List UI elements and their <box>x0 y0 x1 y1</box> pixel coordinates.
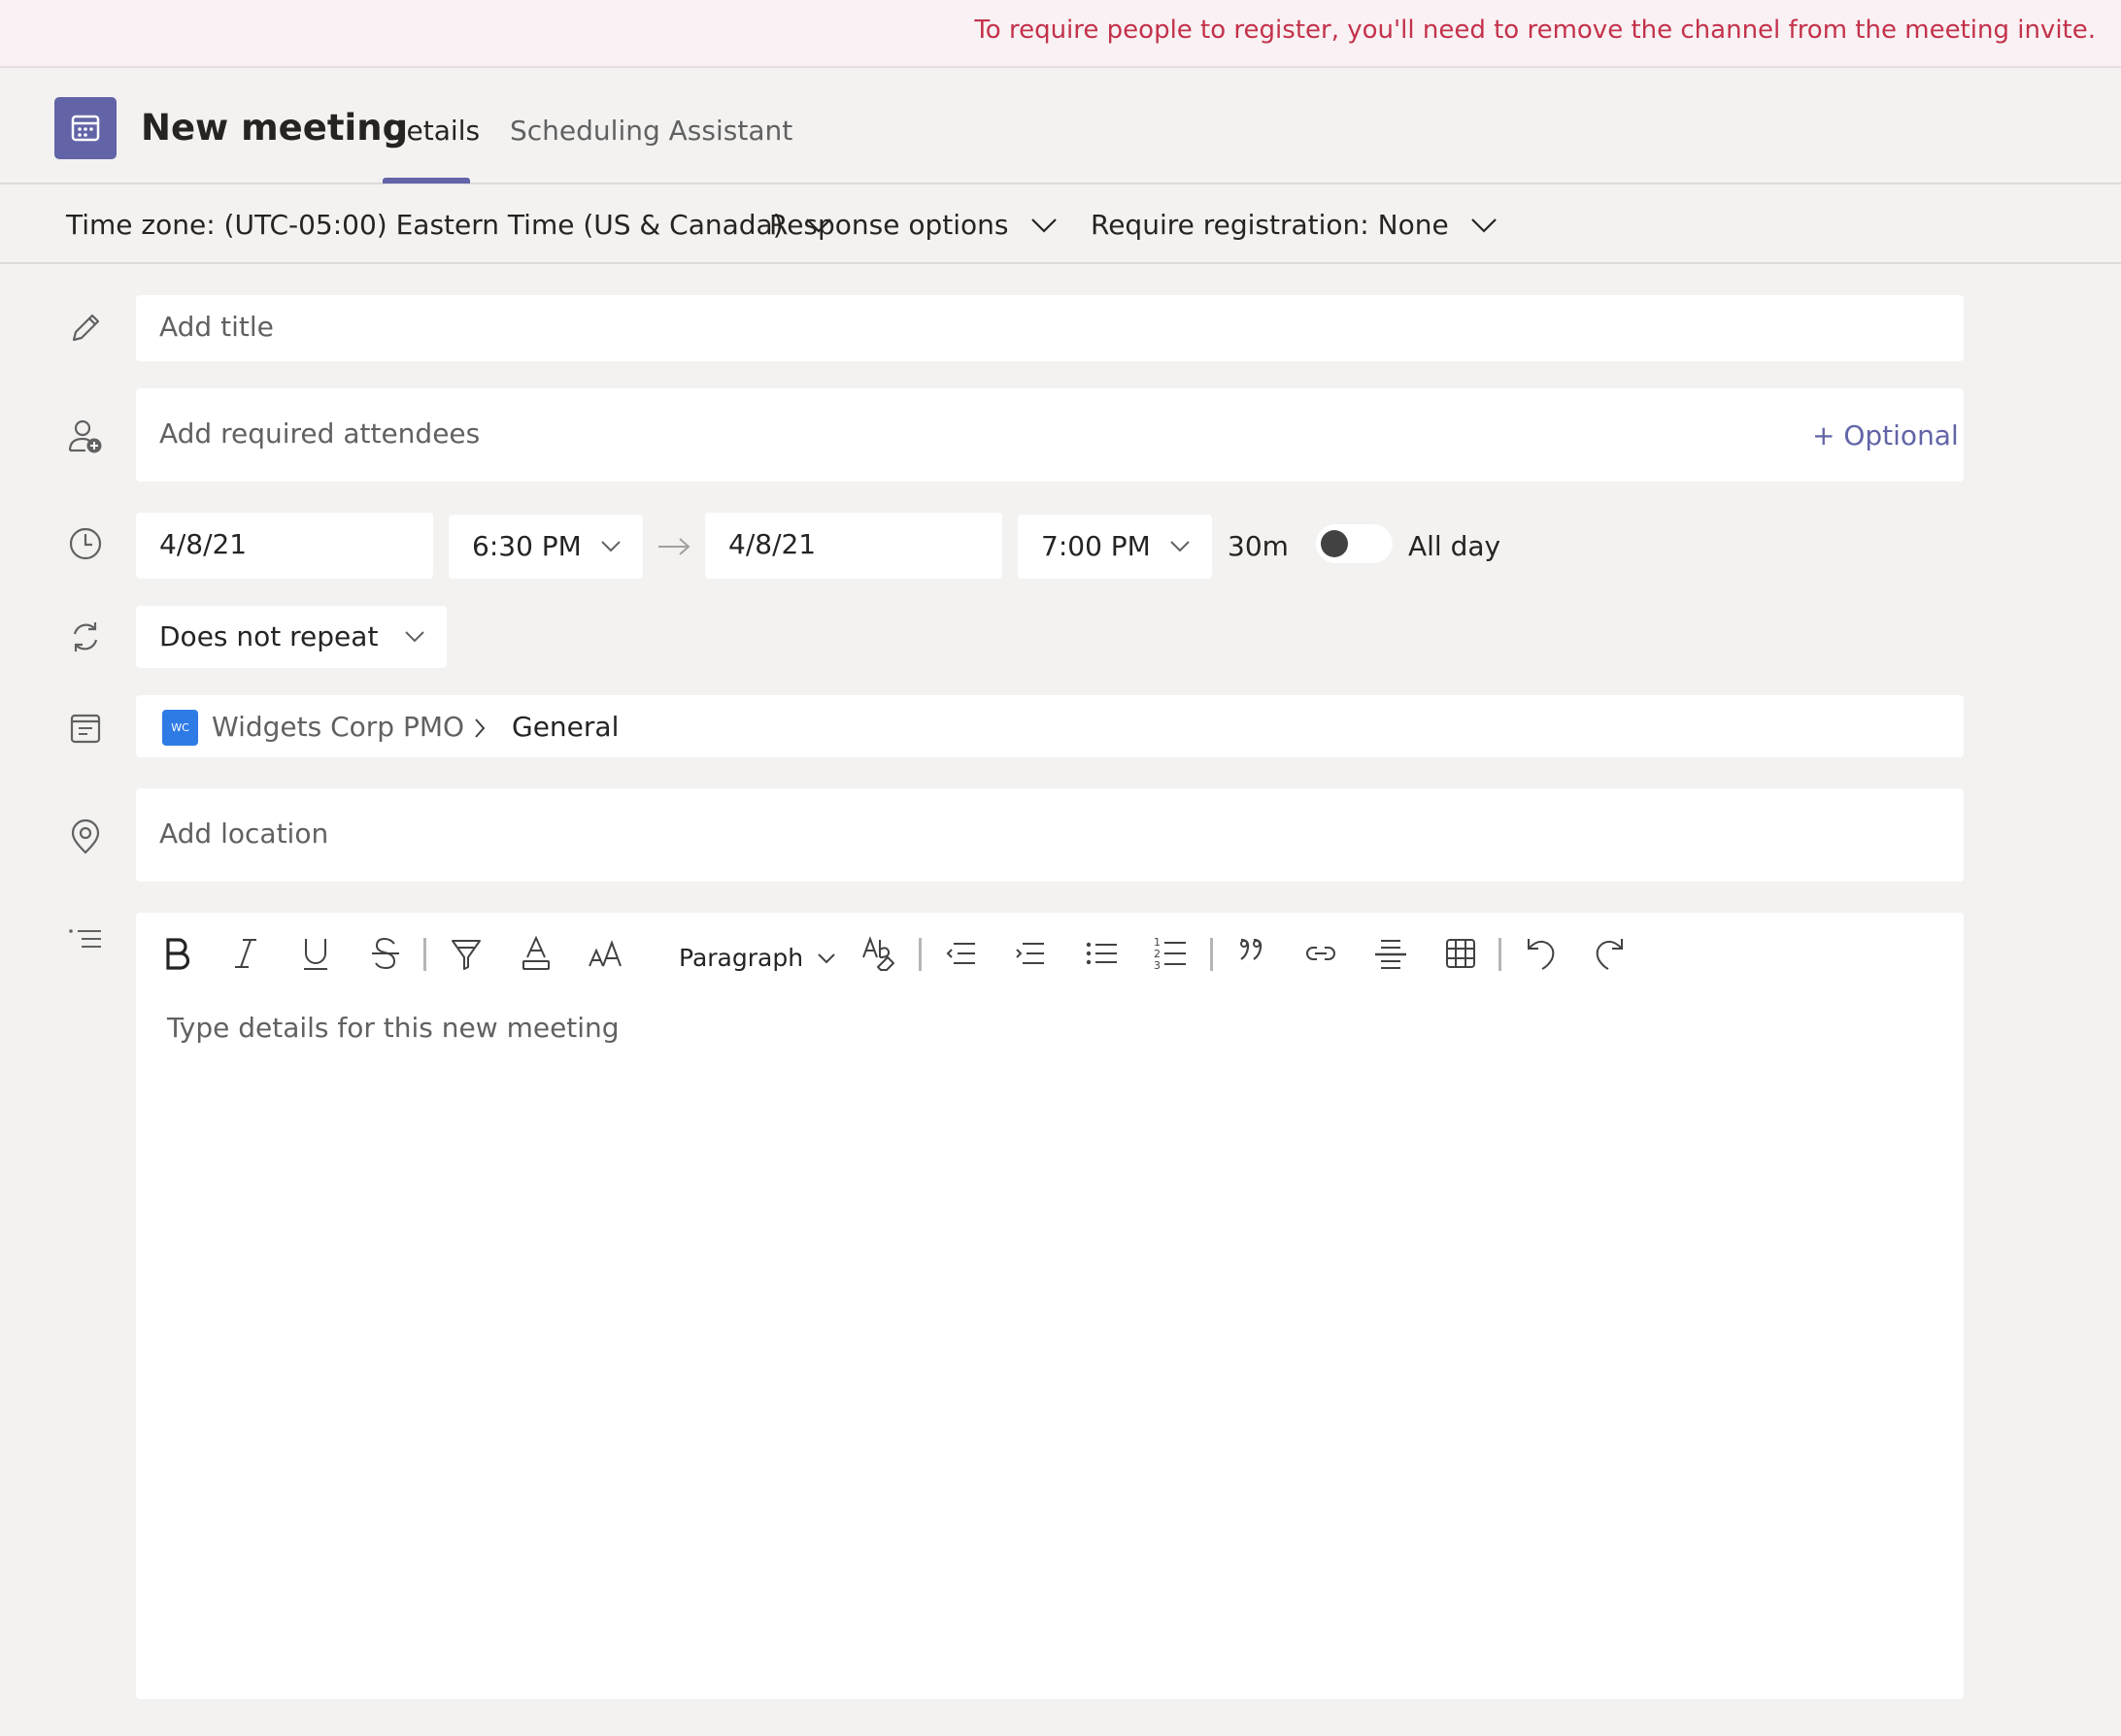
title-input[interactable]: Add title <box>136 295 1964 361</box>
timezone-dropdown[interactable]: Time zone: (UTC-05:00) Eastern Time (US … <box>66 209 832 241</box>
tab-scheduling-assistant[interactable]: Scheduling Assistant <box>510 115 792 147</box>
end-date-value: 4/8/21 <box>728 528 817 560</box>
highlight-icon[interactable] <box>449 934 484 973</box>
start-date-value: 4/8/21 <box>159 528 248 560</box>
repeat-dropdown[interactable]: Does not repeat <box>136 606 447 668</box>
details-placeholder: Type details for this new meeting <box>167 1012 620 1044</box>
underline-icon[interactable] <box>299 934 332 973</box>
calendar-icon <box>54 97 117 159</box>
required-attendees-input[interactable]: Add required attendees <box>136 388 1964 482</box>
chevron-down-icon <box>404 630 425 644</box>
add-person-icon <box>66 417 105 456</box>
team-badge: WC <box>162 710 198 746</box>
start-time-dropdown[interactable]: 6:30 PM <box>449 515 643 579</box>
paragraph-label: Paragraph <box>679 944 804 972</box>
tab-details[interactable]: Details <box>386 115 480 147</box>
chevron-down-icon <box>1169 540 1191 553</box>
banner-message: To require people to register, you'll ne… <box>974 16 2096 45</box>
italic-icon[interactable] <box>229 934 262 973</box>
clock-icon <box>66 524 105 563</box>
end-time-value: 7:00 PM <box>1041 530 1151 562</box>
attendees-placeholder: Add required attendees <box>159 417 481 450</box>
response-options-label: Response options <box>769 209 1009 241</box>
redo-icon[interactable] <box>1591 934 1626 973</box>
active-tab-indicator <box>383 178 470 184</box>
decrease-indent-icon[interactable] <box>944 934 979 973</box>
page-title: New meeting <box>141 107 409 149</box>
timezone-label: Time zone: (UTC-05:00) Eastern Time (US … <box>66 209 784 241</box>
toolbar-divider <box>1498 938 1501 971</box>
team-name: Widgets Corp PMO <box>212 711 465 743</box>
chevron-down-icon <box>817 952 836 964</box>
spellcheck-icon[interactable] <box>860 934 897 975</box>
toolbar-divider <box>919 938 922 971</box>
chevron-down-icon <box>600 540 622 553</box>
require-registration-dropdown[interactable]: Require registration: None <box>1091 209 1498 241</box>
location-icon <box>66 818 105 856</box>
bulleted-list-icon[interactable] <box>1084 934 1119 973</box>
toolbar-divider <box>1210 938 1213 971</box>
bold-icon[interactable] <box>160 934 193 973</box>
end-date-picker[interactable]: 4/8/21 <box>705 513 1002 579</box>
increase-indent-icon[interactable] <box>1013 934 1048 973</box>
font-size-icon[interactable] <box>588 934 623 973</box>
start-time-value: 6:30 PM <box>472 530 582 562</box>
start-date-picker[interactable]: 4/8/21 <box>136 513 433 579</box>
link-icon[interactable] <box>1303 934 1338 973</box>
pencil-icon <box>66 309 105 348</box>
font-color-icon[interactable] <box>519 934 554 973</box>
all-day-label: All day <box>1408 530 1501 562</box>
numbered-list-icon[interactable]: 123 <box>1153 934 1188 973</box>
end-time-dropdown[interactable]: 7:00 PM <box>1018 515 1212 579</box>
toggle-knob <box>1321 530 1348 557</box>
arrow-right-icon <box>656 534 691 559</box>
chevron-right-icon <box>472 717 488 740</box>
chevron-down-icon <box>1030 217 1058 234</box>
response-options-dropdown[interactable]: Response options <box>769 209 1058 241</box>
paragraph-style-dropdown[interactable]: Paragraph <box>679 944 836 972</box>
repeat-value: Does not repeat <box>159 620 379 652</box>
undo-icon[interactable] <box>1525 934 1560 973</box>
channel-name: General <box>512 711 620 743</box>
location-placeholder: Add location <box>159 818 329 850</box>
svg-text:3: 3 <box>1154 959 1161 972</box>
require-registration-label: Require registration: None <box>1091 209 1449 241</box>
details-list-icon <box>66 926 105 955</box>
toolbar-divider <box>423 938 426 971</box>
location-input[interactable]: Add location <box>136 788 1964 882</box>
duration-label: 30m <box>1228 530 1289 562</box>
strikethrough-icon[interactable] <box>369 934 402 973</box>
quote-icon[interactable] <box>1235 934 1268 973</box>
horizontal-rule-icon[interactable] <box>1373 934 1408 973</box>
optional-attendees-link[interactable]: + Optional <box>1812 419 1959 451</box>
channel-icon <box>66 709 105 748</box>
repeat-icon <box>66 618 105 656</box>
title-placeholder: Add title <box>159 311 274 343</box>
table-icon[interactable] <box>1443 934 1478 973</box>
chevron-down-icon <box>1470 217 1498 234</box>
